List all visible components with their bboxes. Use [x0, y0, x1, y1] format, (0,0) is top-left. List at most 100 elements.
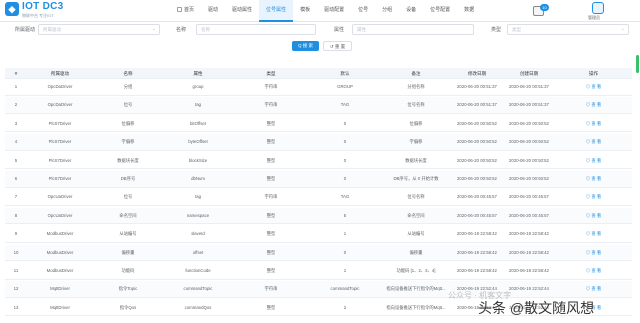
cell-name: 从站编号 — [119, 231, 137, 237]
driver-filter-label: 所属驱动 — [15, 27, 36, 33]
nav-device[interactable]: 设备 — [399, 0, 423, 22]
nav-group[interactable]: 分组 — [375, 0, 399, 22]
cell-created: 2020-06-20 00:51:37 — [509, 102, 549, 108]
nav-point[interactable]: 位号 — [351, 0, 375, 22]
nav-driver-config[interactable]: 驱动配置 — [317, 0, 351, 22]
nav-template[interactable]: 模板 — [293, 0, 317, 22]
notification-button[interactable]: 10 — [533, 4, 549, 18]
view-button[interactable]: ◎ 查 看 — [555, 263, 632, 279]
cell-name: 偏移量 — [121, 249, 135, 255]
cell-driver: ModbusDriver — [46, 268, 74, 273]
nav-data[interactable]: 数据 — [457, 0, 481, 22]
view-button[interactable]: ◎ 查 看 — [555, 208, 632, 224]
cell-updated: 2020-06-20 00:50:52 — [457, 157, 497, 163]
reset-button[interactable]: ↺ 重 置 — [323, 41, 352, 51]
col-updated: 修改日期 — [468, 71, 486, 76]
cell-remark: 从站编号 — [407, 231, 425, 237]
cell-remark: 指向设备推送下行指令的Mqtt... — [386, 304, 446, 310]
chevron-down-icon: ⌄ — [151, 26, 156, 32]
cell-default: 0 — [343, 120, 347, 126]
cell-type: 字符串 — [264, 84, 278, 89]
avatar[interactable] — [592, 2, 604, 14]
table-row: 2 OpcDaDriver 位号 tag 字符串 TAG 位号名称 2020-06-20 00… — [5, 97, 632, 114]
table-row: 11 ModbusDriver 功能码 functionCode 整型 1 功能码 [1、2… — [5, 263, 632, 280]
cell-attr: tag — [195, 194, 201, 200]
cell-attr: blockSize — [188, 157, 208, 163]
driver-select[interactable]: 所属驱动 ⌄ — [38, 24, 160, 35]
cell-driver: OpcUaDriver — [47, 194, 73, 200]
cell-name: 命名空间 — [119, 212, 137, 218]
cell-default: TAG — [340, 102, 350, 108]
cell-name: 位号 — [123, 194, 133, 200]
cell-index: 10 — [13, 249, 19, 255]
cell-type: 字符串 — [264, 194, 278, 200]
view-button[interactable]: ◎ 查 看 — [555, 189, 632, 205]
cell-remark: 指向设备推送下行指令的Mqtt... — [386, 286, 446, 292]
nav-point-config[interactable]: 位号配置 — [423, 0, 457, 22]
cell-driver: PlcS7Driver — [48, 176, 72, 181]
cell-remark: 功能码 [1、2、3、4] — [396, 268, 436, 273]
view-button[interactable]: ◎ 查 看 — [555, 116, 632, 132]
nav-point-attribute[interactable]: 位号属性 — [259, 0, 294, 22]
cell-driver: OpcDaDriver — [47, 84, 73, 89]
col-created: 创建日期 — [520, 71, 538, 76]
cell-driver: PlcS7Driver — [48, 120, 72, 126]
cell-index: 2 — [14, 102, 18, 108]
cell-created: 2020-06-20 00:50:52 — [509, 157, 549, 163]
nav-home[interactable]: 首页 — [170, 0, 201, 22]
cell-name: 位偏移 — [121, 120, 135, 126]
nav-driver[interactable]: 驱动 — [201, 0, 225, 22]
cell-default: commandTopic — [330, 286, 360, 292]
table-row: 6 PlcS7Driver DB序号 dbNum 整型 0 DB序号，从 0 开始计数 202… — [5, 171, 632, 188]
view-button[interactable]: ◎ 查 看 — [555, 171, 632, 187]
cell-type: 整型 — [266, 231, 276, 237]
cell-created: 2020-06-20 00:45:57 — [509, 194, 549, 200]
nav-driver-attribute[interactable]: 驱动属性 — [225, 0, 259, 22]
cell-remark: 偏移量 — [409, 249, 423, 255]
view-button[interactable]: ◎ 查 看 — [555, 97, 632, 113]
cell-default: 0 — [343, 157, 347, 163]
cell-type: 整型 — [266, 304, 276, 310]
cell-default: 1 — [343, 268, 347, 273]
cell-index: 11 — [13, 268, 19, 273]
cell-updated: 2020-06-20 00:51:37 — [457, 102, 497, 108]
col-default: 默认 — [340, 71, 350, 76]
col-driver: 所属驱动 — [51, 71, 69, 76]
cell-name: 指令Topic — [118, 286, 138, 292]
cell-type: 整型 — [266, 139, 276, 145]
cell-default: 2 — [343, 304, 347, 310]
scrollbar[interactable] — [636, 55, 639, 73]
cell-index: 3 — [14, 120, 18, 126]
view-button[interactable]: ◎ 查 看 — [555, 153, 632, 169]
cell-attr: dbNum — [191, 176, 205, 181]
table-row: 7 OpcUaDriver 位号 tag 字符串 TAG 位号名称 2020-06-20 00… — [5, 189, 632, 206]
logo-icon: ◆ — [5, 2, 19, 16]
cell-attr: commandTopic — [183, 286, 213, 292]
col-remark: 备注 — [411, 71, 421, 76]
view-button[interactable]: ◎ 查 看 — [555, 226, 632, 242]
top-navbar: ◆ IOT DC3 物联中台 专注IOT 首页 驱动 驱动属性 位号属性 模板 … — [0, 0, 640, 22]
cell-updated: 2020-06-19 22:58:42 — [457, 231, 497, 237]
search-button[interactable]: Q 搜 索 — [292, 41, 319, 51]
cell-remark: DB序号，从 0 开始计数 — [393, 176, 439, 181]
attr-input[interactable]: 属性 — [352, 24, 474, 35]
type-select[interactable]: 类型 ⌄ — [507, 24, 629, 35]
view-button[interactable]: ◎ 查 看 — [555, 245, 632, 261]
home-icon — [177, 7, 182, 12]
cell-attr: tag — [195, 102, 201, 108]
cell-name: 指令Qos — [119, 304, 137, 310]
cell-index: 8 — [14, 212, 18, 218]
view-button[interactable]: ◎ 查 看 — [555, 79, 632, 95]
cell-type: 整型 — [266, 249, 276, 255]
cell-type: 字符串 — [264, 286, 278, 292]
cell-type: 字符串 — [264, 102, 278, 108]
cell-default: 0 — [343, 249, 347, 255]
name-input[interactable]: 名称 — [196, 24, 316, 35]
cell-created: 2020-06-19 22:58:42 — [509, 231, 549, 237]
app-logo[interactable]: ◆ IOT DC3 物联中台 专注IOT — [5, 1, 67, 21]
cell-name: 字偏移 — [121, 139, 135, 145]
cell-driver: ModbusDriver — [46, 249, 74, 255]
cell-driver: PlcS7Driver — [48, 157, 72, 163]
view-button[interactable]: ◎ 查 看 — [555, 134, 632, 150]
app-subtitle: 物联中台 专注IOT — [22, 13, 54, 18]
